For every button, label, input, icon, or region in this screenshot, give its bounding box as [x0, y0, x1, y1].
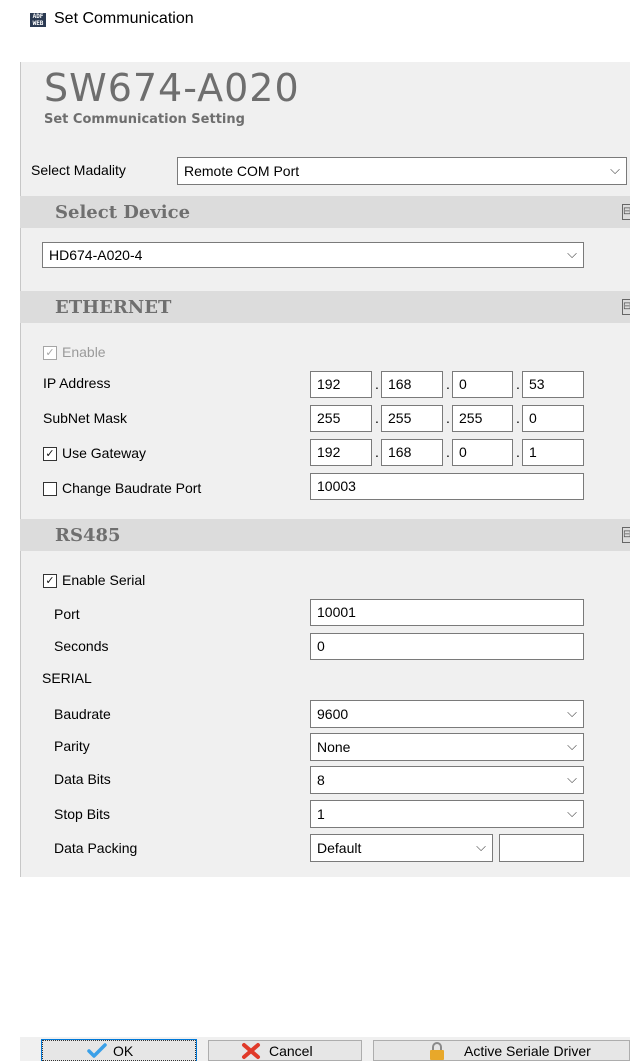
parity-select[interactable]: None ⌵: [310, 733, 584, 761]
lock-icon: [430, 1042, 444, 1060]
port-input[interactable]: 10001: [310, 599, 584, 626]
baudrate-port-input[interactable]: 10003: [310, 473, 584, 500]
cancel-label: Cancel: [269, 1043, 313, 1059]
datapacking-extra-input[interactable]: [499, 834, 584, 862]
product-title: SW674-A020: [44, 66, 300, 110]
section-title-rs485: RS485: [55, 525, 121, 546]
baudrate-label: Baudrate: [54, 706, 111, 722]
databits-label: Data Bits: [54, 771, 111, 787]
serial-group-label: SERIAL: [42, 670, 92, 686]
modality-select[interactable]: Remote COM Port ⌵: [177, 157, 627, 185]
chevron-down-icon: ⌵: [567, 739, 577, 754]
title-bar: ADF WEB Set Communication ✕: [20, 0, 630, 63]
gateway-octet-3[interactable]: 0: [452, 439, 513, 466]
baudrate-value: 9600: [317, 706, 349, 722]
section-title-ethernet: ETHERNET: [55, 297, 172, 318]
subnet-octet-1[interactable]: 255: [310, 405, 372, 432]
parity-value: None: [317, 739, 351, 755]
dot-separator: .: [375, 444, 379, 460]
ip-octet-1[interactable]: 192: [310, 371, 372, 398]
enable-serial-label: Enable Serial: [62, 572, 146, 588]
ip-octet-3[interactable]: 0: [452, 371, 513, 398]
dot-separator: .: [516, 444, 520, 460]
modality-value: Remote COM Port: [184, 163, 300, 179]
ip-octet-4[interactable]: 53: [522, 371, 584, 398]
section-rs485: RS485 ⊟: [20, 519, 630, 551]
dot-separator: .: [446, 376, 450, 392]
subnet-octet-4[interactable]: 0: [522, 405, 584, 432]
dot-separator: .: [516, 376, 520, 392]
enable-serial-checkbox[interactable]: ✓: [43, 574, 57, 588]
enable-ethernet-checkbox[interactable]: ✓: [43, 346, 57, 360]
chevron-down-icon: ⌵: [610, 163, 620, 178]
section-ethernet: ETHERNET ⊟: [20, 291, 630, 323]
section-title-select-device: Select Device: [55, 202, 191, 223]
active-seriale-driver-button[interactable]: Active Seriale Driver: [373, 1040, 630, 1061]
subnet-octet-2[interactable]: 255: [381, 405, 443, 432]
modality-label: Select Madality: [31, 162, 126, 178]
stopbits-value: 1: [317, 806, 325, 822]
enable-ethernet-label: Enable: [62, 344, 106, 360]
change-baudrate-port-label: Change Baudrate Port: [62, 480, 202, 496]
window-title: Set Communication: [54, 10, 194, 27]
use-gateway-checkbox[interactable]: ✓: [43, 447, 57, 461]
ok-button[interactable]: OK: [41, 1039, 197, 1061]
seconds-input[interactable]: 0: [310, 633, 584, 660]
ok-label: OK: [113, 1043, 134, 1059]
stopbits-label: Stop Bits: [54, 806, 111, 822]
dot-separator: .: [446, 444, 450, 460]
port-label: Port: [54, 606, 80, 622]
cancel-x-icon: [242, 1043, 260, 1059]
section-select-device: Select Device ⊟: [20, 196, 630, 228]
ip-address-label: IP Address: [43, 375, 111, 391]
dot-separator: .: [446, 410, 450, 426]
datapacking-select[interactable]: Default ⌵: [310, 834, 493, 862]
parity-label: Parity: [54, 738, 90, 754]
gateway-octet-1[interactable]: 192: [310, 439, 372, 466]
cancel-button[interactable]: Cancel: [208, 1040, 362, 1061]
gateway-octet-4[interactable]: 1: [522, 439, 584, 466]
seconds-label: Seconds: [54, 638, 109, 654]
databits-select[interactable]: 8 ⌵: [310, 766, 584, 794]
device-select[interactable]: HD674-A020-4 ⌵: [42, 242, 584, 268]
empty-panel: [20, 877, 630, 1037]
change-baudrate-port-checkbox[interactable]: [43, 482, 57, 496]
chevron-down-icon: ⌵: [476, 840, 486, 855]
subnet-label: SubNet Mask: [43, 410, 128, 426]
active-seriale-driver-label: Active Seriale Driver: [464, 1043, 591, 1059]
app-icon: ADF WEB: [30, 13, 46, 27]
chevron-down-icon: ⌵: [567, 247, 577, 262]
use-gateway-label: Use Gateway: [62, 445, 147, 461]
subnet-octet-3[interactable]: 255: [452, 405, 513, 432]
datapacking-value: Default: [317, 840, 362, 856]
ip-octet-2[interactable]: 168: [381, 371, 443, 398]
dot-separator: .: [375, 376, 379, 392]
chevron-down-icon: ⌵: [567, 806, 577, 821]
collapse-icon[interactable]: ⊟: [622, 299, 630, 315]
baudrate-select[interactable]: 9600 ⌵: [310, 700, 584, 728]
chevron-down-icon: ⌵: [567, 772, 577, 787]
device-value: HD674-A020-4: [49, 247, 143, 263]
stopbits-select[interactable]: 1 ⌵: [310, 800, 584, 828]
dot-separator: .: [516, 410, 520, 426]
chevron-down-icon: ⌵: [567, 706, 577, 721]
product-subtitle: Set Communication Setting: [44, 112, 245, 127]
collapse-icon[interactable]: ⊟: [622, 527, 630, 543]
databits-value: 8: [317, 772, 325, 788]
dot-separator: .: [375, 410, 379, 426]
check-icon: [87, 1043, 107, 1058]
gateway-octet-2[interactable]: 168: [381, 439, 443, 466]
collapse-icon[interactable]: ⊟: [622, 204, 630, 220]
datapacking-label: Data Packing: [54, 840, 138, 856]
